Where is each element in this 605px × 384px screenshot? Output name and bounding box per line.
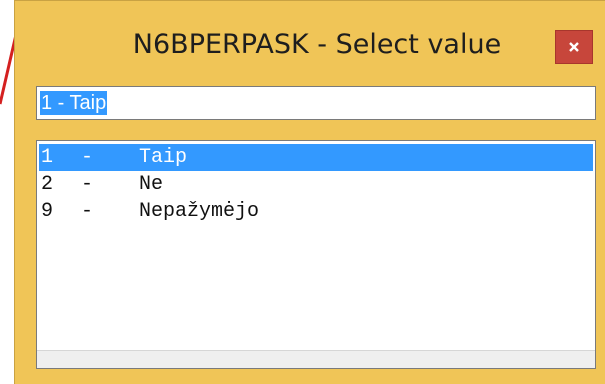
list-item-separator: - [81, 146, 94, 169]
list-item-2[interactable]: 2 - Ne [39, 171, 593, 198]
list-item-code: 1 [41, 146, 54, 169]
selected-value-input[interactable]: 1 - Taip [36, 86, 596, 120]
select-value-dialog: N6BPERPASK - Select value 1 - Taip 1 - T… [14, 0, 605, 384]
list-item-9[interactable]: 9 - Nepažymėjo [39, 198, 593, 225]
selected-value-text: 1 - Taip [40, 91, 108, 115]
list-item-label: Nepažymėjo [139, 200, 260, 223]
list-item-separator: - [81, 173, 94, 196]
horizontal-scrollbar[interactable] [37, 350, 595, 368]
list-item-code: 9 [41, 200, 54, 223]
list-item-label: Taip [139, 146, 188, 169]
screenshot-stage: N6BPERPASK - Select value 1 - Taip 1 - T… [0, 0, 605, 384]
list-item-label: Ne [139, 173, 164, 196]
title-bar[interactable]: N6BPERPASK - Select value [15, 1, 605, 83]
list-item-separator: - [81, 200, 94, 223]
window-title: N6BPERPASK - Select value [132, 29, 502, 60]
close-icon [569, 42, 579, 52]
list-item-1[interactable]: 1 - Taip [39, 144, 593, 171]
close-button[interactable] [555, 30, 593, 64]
list-item-code: 2 [41, 173, 54, 196]
value-list[interactable]: 1 - Taip 2 - Ne 9 - Nepažymėjo [36, 140, 596, 369]
value-list-items: 1 - Taip 2 - Ne 9 - Nepažymėjo [39, 144, 593, 225]
